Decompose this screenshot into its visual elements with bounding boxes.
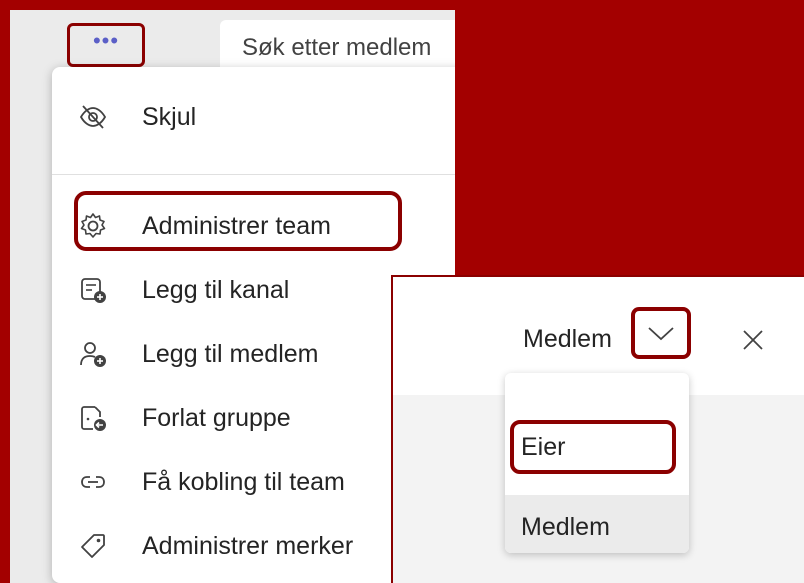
role-option-member[interactable]: Medlem [505,495,689,553]
menu-item-label: Få kobling til team [142,467,345,496]
role-option-label: Medlem [521,512,610,541]
menu-divider [52,174,455,175]
chevron-down-icon [648,327,674,341]
member-search-text: Søk etter medlem [242,34,432,61]
role-dropdown-button[interactable] [631,307,691,359]
owner-option-highlight [510,420,676,474]
leave-icon [81,406,106,431]
link-icon [81,476,105,488]
menu-item-label: Administrer merker [142,531,354,560]
menu-item-hide[interactable]: Skjul [52,87,455,147]
more-options-label: ••• [92,28,120,53]
add-channel-icon [81,278,106,303]
role-dropdown-list: Eier Medlem [505,373,689,553]
menu-item-label: Forlat gruppe [142,403,291,432]
tag-icon [81,534,105,558]
role-selector-label: Medlem [523,325,612,353]
manage-team-highlight [74,191,402,251]
member-role-panel: Medlem Eier Medlem [391,275,804,583]
teams-sidebar-panel: ••• Søk etter medlem Skjul Administrer t… [10,10,455,583]
more-options-button[interactable]: ••• [67,23,145,67]
eye-off-icon [79,105,107,129]
add-person-icon [80,342,106,367]
menu-item-label: Legg til medlem [142,339,319,368]
menu-item-label: Skjul [142,102,197,131]
close-icon[interactable] [738,325,768,355]
menu-item-label: Legg til kanal [142,275,290,304]
